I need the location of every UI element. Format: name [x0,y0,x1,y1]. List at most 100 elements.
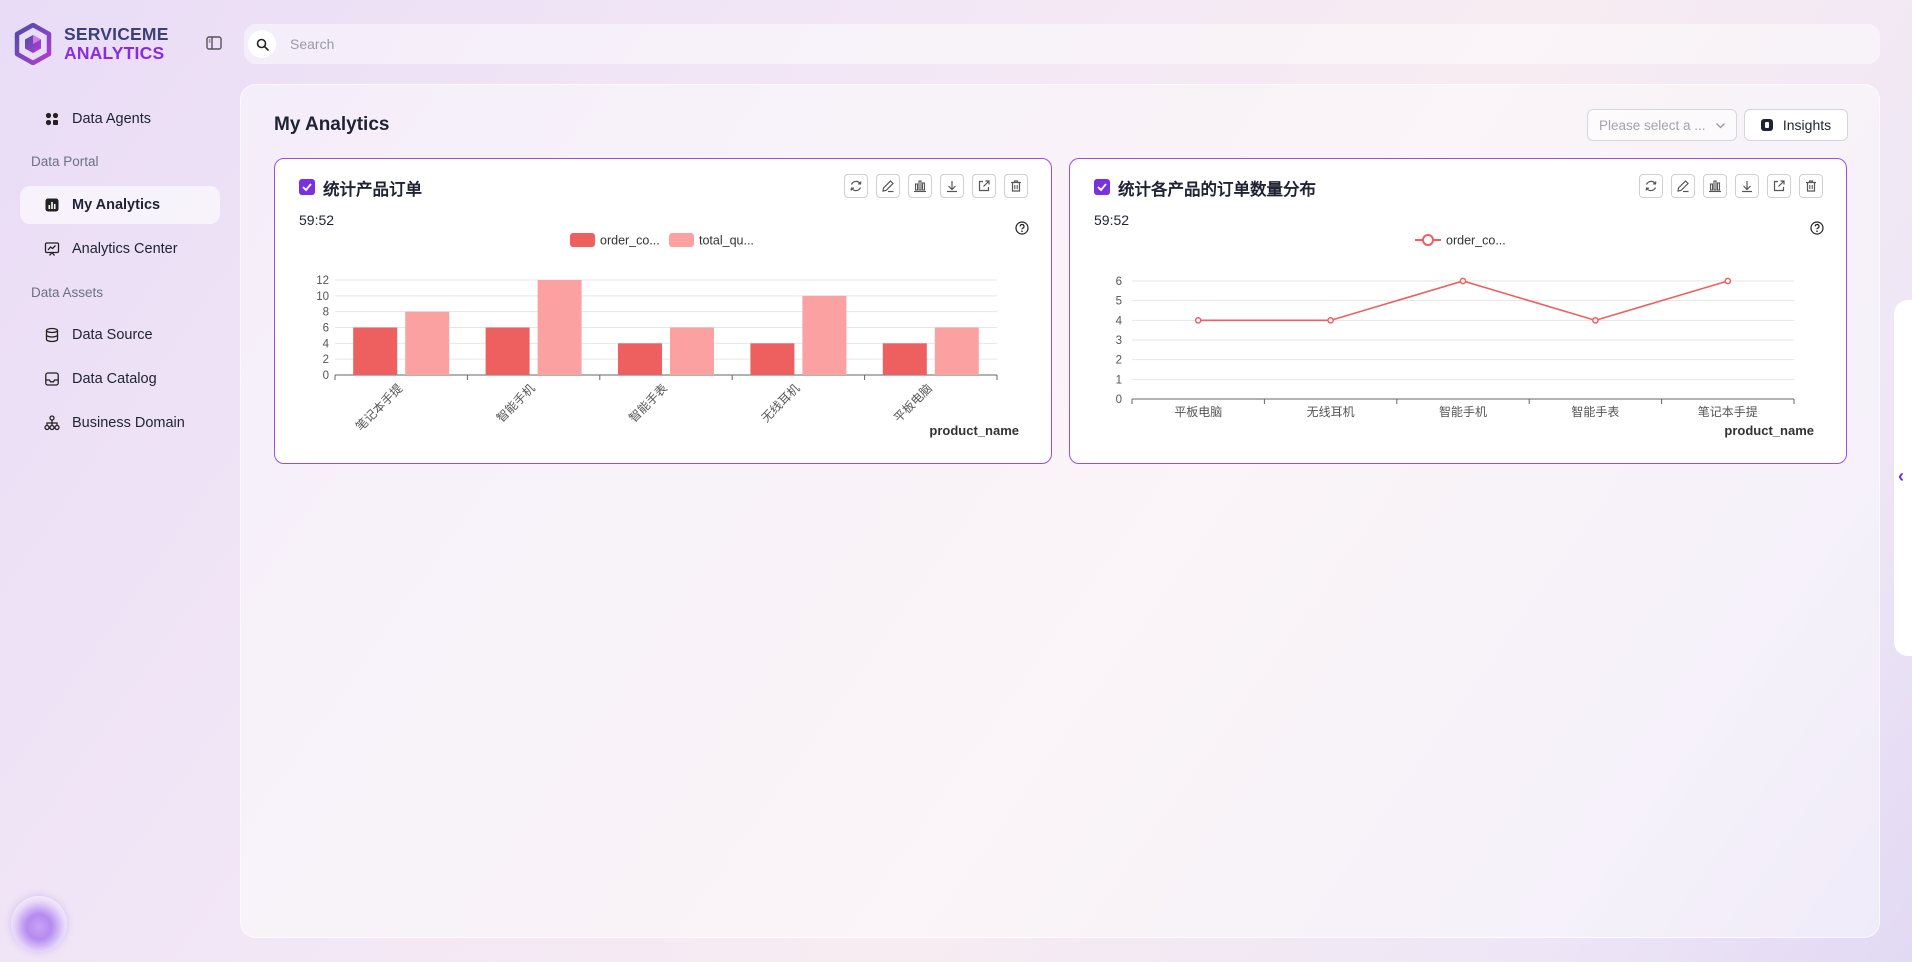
y-tick-label: 10 [316,291,329,303]
x-tick-label: 智能手机 [1439,404,1487,419]
presentation-chart-icon [44,241,60,257]
bar-chart-icon[interactable] [908,174,932,198]
card-checkbox[interactable] [1094,179,1110,195]
bar [670,327,714,375]
assistant-orb-button[interactable] [11,896,67,952]
inbox-icon [44,371,60,387]
bar [485,327,530,375]
sidebar-item-my-analytics[interactable]: My Analytics [20,186,220,224]
y-tick-label: 2 [1116,355,1122,367]
chart-card-2: 统计各产品的订单数量分布 59:52 order_co... 0 1 2 3 4 5 6 平板电… [1069,158,1847,464]
legend-swatch [570,233,595,247]
edit-icon[interactable] [1671,174,1695,198]
delete-icon[interactable] [1799,174,1823,198]
right-drawer-handle[interactable]: ‹ [1894,300,1912,656]
x-tick-label: 平板电脑 [1174,405,1222,419]
data-point [1194,316,1202,324]
download-icon[interactable] [1735,174,1759,198]
bar [353,327,398,375]
x-tick-label: 智能手机 [493,381,538,426]
card-title: 统计各产品的订单数量分布 [1118,181,1316,199]
y-tick-label: 12 [316,275,329,287]
delete-icon[interactable] [1004,174,1028,198]
y-tick-label: 2 [323,354,329,366]
bar [750,343,795,375]
bar-chart-icon[interactable] [1703,174,1727,198]
database-icon [44,327,60,343]
bar [405,311,450,375]
x-axis-label: product_name [929,423,1019,438]
insights-button[interactable]: Insights [1744,109,1848,141]
bar-chart: order_co... total_qu... 0 2 4 6 8 10 12 笔记本手提 智能手机… [316,233,998,434]
y-tick-label: 4 [1116,315,1123,327]
legend-label: total_qu... [699,234,754,248]
brand-line2: ANALYTICS [64,43,165,63]
card-title: 统计产品订单 [323,181,422,199]
sidebar-item-business-domain[interactable]: Business Domain [20,404,220,442]
search-input[interactable] [290,36,890,52]
y-tick-label: 6 [323,323,329,335]
sidebar-item-label: Data Source [72,327,153,343]
y-tick-label: 4 [323,338,330,350]
page-title: My Analytics [274,114,390,135]
chevron-left-icon: ‹ [1898,466,1904,486]
refresh-icon[interactable] [1639,174,1663,198]
data-point [1724,277,1732,285]
data-point [1459,277,1467,285]
select-placeholder: Please select a ... [1599,117,1706,133]
legend-marker [1422,234,1434,246]
legend-label: order_co... [600,234,660,248]
card-checkbox[interactable] [299,179,315,195]
sidebar-collapse-icon[interactable] [205,34,223,52]
x-axis-label: product_name [1724,423,1814,438]
x-tick-label: 智能手表 [1571,404,1619,419]
refresh-icon[interactable] [844,174,868,198]
search-bar[interactable] [244,24,1880,64]
brand-line1: SERVICEME [64,24,169,44]
x-tick-label: 无线耳机 [759,381,803,425]
download-icon[interactable] [940,174,964,198]
sidebar-item-data-agents[interactable]: Data Agents [20,100,220,138]
sidebar-item-label: Data Catalog [72,371,157,387]
hierarchy-icon [44,415,60,431]
y-tick-label: 6 [1116,276,1122,288]
sidebar-item-label: Business Domain [72,415,185,431]
insights-icon [1760,119,1773,131]
logo-icon [14,23,52,65]
x-tick-label: 笔记本手提 [1698,404,1758,419]
sidebar-item-data-source[interactable]: Data Source [20,316,220,354]
analytics-icon [44,197,60,213]
card-toolbar [1639,174,1823,198]
share-icon[interactable] [972,174,996,198]
sidebar-item-analytics-center[interactable]: Analytics Center [20,230,220,268]
y-tick-label: 3 [1116,335,1122,347]
y-tick-label: 1 [1116,374,1122,386]
bar [618,343,662,375]
insights-label: Insights [1782,117,1832,133]
chart-card-1: 统计产品订单 59:52 order_co... total_qu... 0 2 4 6 8… [274,158,1052,464]
legend-label: order_co... [1446,234,1506,248]
insight-select[interactable]: Please select a ... [1587,109,1737,141]
y-tick-label: 5 [1116,296,1122,308]
edit-icon[interactable] [876,174,900,198]
bar [882,343,927,375]
bar [934,327,979,375]
sidebar-item-data-catalog[interactable]: Data Catalog [20,360,220,398]
sidebar-item-label: Analytics Center [72,241,178,257]
data-point [1592,316,1599,324]
line-chart: order_co... 0 1 2 3 4 5 6 平板电脑 无线耳机 智能手机 智能手表 笔记本手提 [1116,234,1795,419]
share-icon[interactable] [1767,174,1791,198]
x-tick-label: 无线耳机 [1307,405,1355,419]
legend-swatch [669,233,694,247]
brand-logo[interactable]: SERVICEME ANALYTICS [14,22,168,66]
sidebar-section-data-assets: Data Assets [31,285,104,300]
sidebar-item-label: My Analytics [72,197,161,213]
sidebar-section-data-portal: Data Portal [31,154,99,169]
card-toolbar [844,174,1028,198]
grid-icon [44,111,60,127]
y-tick-label: 0 [323,370,329,382]
bar [537,280,582,375]
x-tick-label: 智能手表 [626,381,671,426]
y-tick-label: 0 [1116,394,1122,406]
search-icon[interactable] [248,30,276,58]
